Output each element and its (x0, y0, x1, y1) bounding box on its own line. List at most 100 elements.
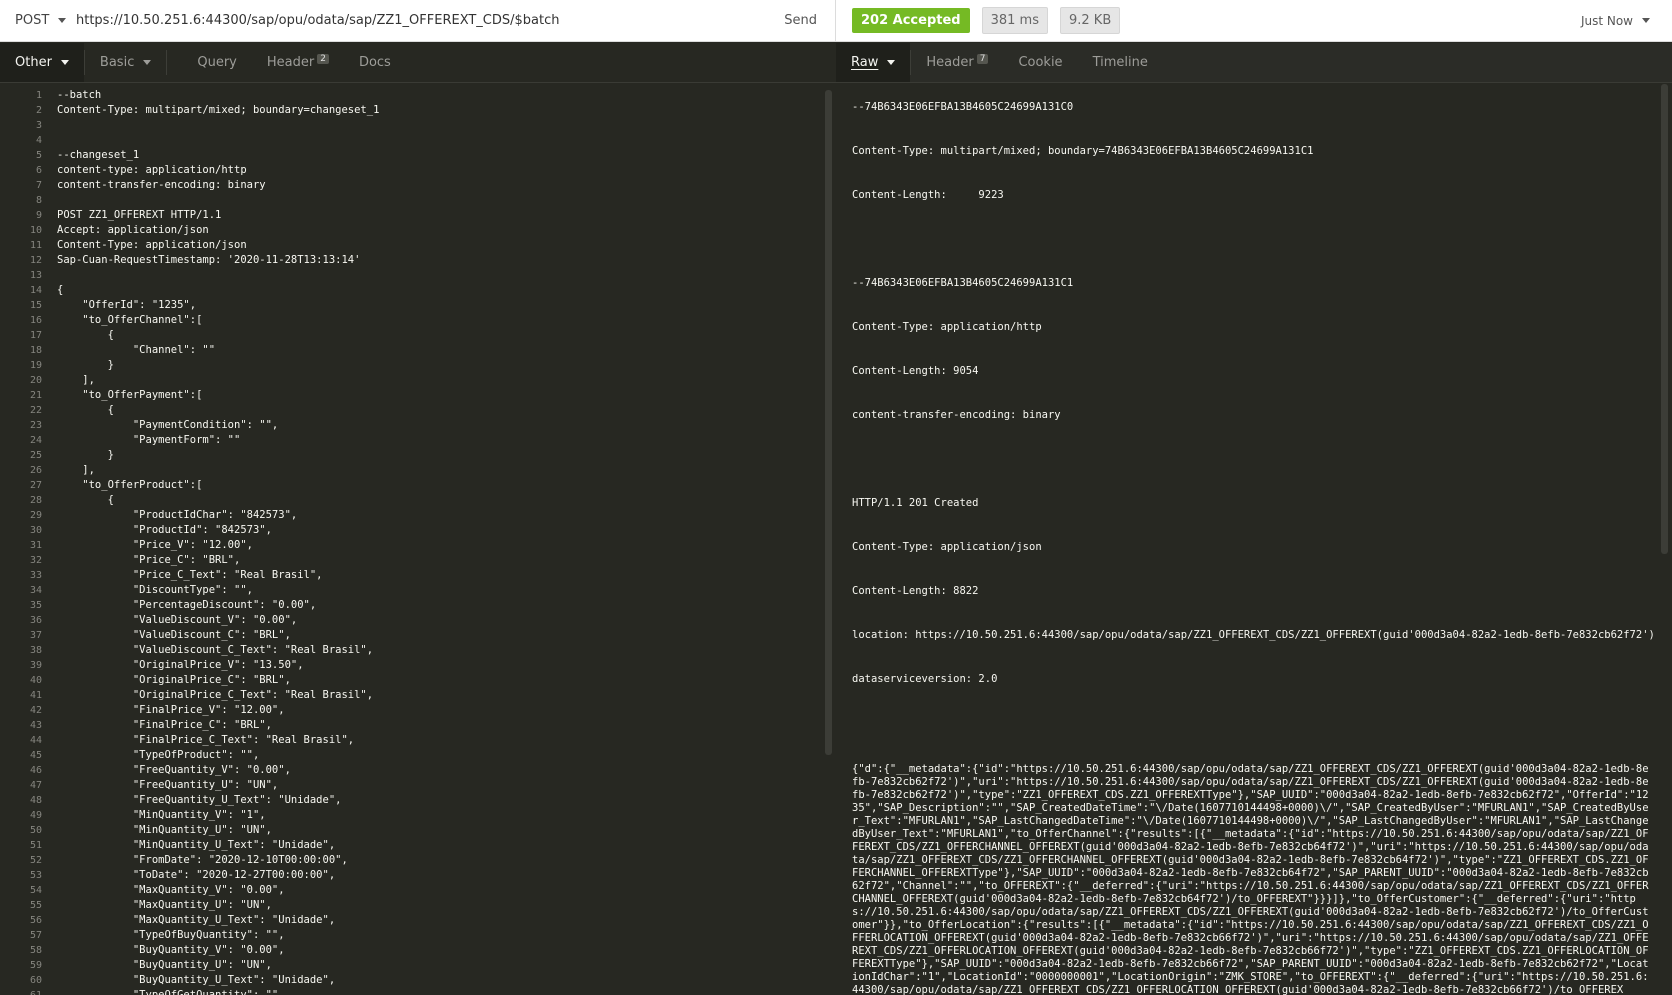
code-line[interactable]: "MinQuantity_V": "1", (57, 808, 816, 823)
code-line[interactable]: "PaymentCondition": "", (57, 418, 816, 433)
tab-timeline[interactable]: Timeline (1078, 43, 1163, 82)
tab-other[interactable]: Other (0, 43, 84, 82)
code-line[interactable]: "DiscountType": "", (57, 583, 816, 598)
line-number: 26 (29, 465, 42, 476)
code-line[interactable]: content-type: application/http (57, 163, 816, 178)
code-line[interactable]: "MaxQuantity_U_Text": "Unidade", (57, 913, 816, 928)
code-line[interactable] (57, 133, 816, 148)
code-line[interactable]: } (57, 358, 816, 373)
tab-label: Raw (851, 55, 879, 70)
url-input[interactable]: https://10.50.251.6:44300/sap/opu/odata/… (76, 13, 772, 28)
code-line[interactable]: "TypeOfBuyQuantity": "", (57, 928, 816, 943)
line-number: 43 (29, 720, 42, 731)
chevron-down-icon (887, 60, 896, 65)
code-line[interactable]: ], (57, 463, 816, 478)
code-line[interactable]: "ToDate": "2020-12-27T00:00:00", (57, 868, 816, 883)
code-line[interactable]: "OriginalPrice_C_Text": "Real Brasil", (57, 688, 816, 703)
code-line[interactable]: "Price_C_Text": "Real Brasil", (57, 568, 816, 583)
code-line[interactable]: "ProductIdChar": "842573", (57, 508, 816, 523)
code-line[interactable]: "OfferId": "1235", (57, 298, 816, 313)
code-line[interactable]: "MaxQuantity_V": "0.00", (57, 883, 816, 898)
method-select[interactable]: POST (0, 13, 76, 28)
code-line[interactable]: "MaxQuantity_U": "UN", (57, 898, 816, 913)
code-line[interactable]: "Price_C": "BRL", (57, 553, 816, 568)
code-line[interactable]: "BuyQuantity_U_Text": "Unidade", (57, 973, 816, 988)
code-line[interactable]: Sap-Cuan-RequestTimestamp: '2020-11-28T1… (57, 253, 816, 268)
code-line[interactable]: "ValueDiscount_C_Text": "Real Brasil", (57, 643, 816, 658)
code-line[interactable]: { (57, 493, 816, 508)
code-line[interactable]: "MinQuantity_U_Text": "Unidade", (57, 838, 816, 853)
response-line (852, 452, 1652, 496)
line-number: 25 (29, 450, 42, 461)
editor-scrollbar[interactable] (825, 90, 832, 755)
tab-cookie[interactable]: Cookie (1003, 43, 1077, 82)
code-line[interactable]: "FreeQuantity_V": "0.00", (57, 763, 816, 778)
code-line[interactable]: "to_OfferPayment":[ (57, 388, 816, 403)
code-line[interactable]: "ValueDiscount_C": "BRL", (57, 628, 816, 643)
code-line[interactable]: content-transfer-encoding: binary (57, 178, 816, 193)
code-line[interactable]: "ValueDiscount_V": "0.00", (57, 613, 816, 628)
code-line[interactable]: "OriginalPrice_V": "13.50", (57, 658, 816, 673)
response-scrollbar[interactable] (1661, 84, 1668, 554)
tab-header[interactable]: Header 2 (252, 43, 344, 82)
code-line[interactable]: "BuyQuantity_V": "0.00", (57, 943, 816, 958)
line-number: 41 (29, 690, 42, 701)
code-line[interactable]: "FreeQuantity_U_Text": "Unidade", (57, 793, 816, 808)
code-line[interactable]: "PercentageDiscount": "0.00", (57, 598, 816, 613)
code-line[interactable]: "OriginalPrice_C": "BRL", (57, 673, 816, 688)
request-body-editor[interactable]: 1 2 3 4 5 6 7 8 9 10 11 12 13 14 15 16 17 18 19 20 21 22 23 24 2… (0, 84, 836, 995)
code-line[interactable]: { (57, 403, 816, 418)
code-line[interactable]: "FinalPrice_V": "12.00", (57, 703, 816, 718)
code-line[interactable]: --changeset_1 (57, 148, 816, 163)
line-number: 54 (29, 885, 42, 896)
code-line[interactable]: "BuyQuantity_U": "UN", (57, 958, 816, 973)
code-line[interactable]: { (57, 328, 816, 343)
code-line[interactable]: "ProductId": "842573", (57, 523, 816, 538)
code-line[interactable]: POST ZZ1_OFFEREXT HTTP/1.1 (57, 208, 816, 223)
code-line[interactable]: { (57, 283, 816, 298)
code-line[interactable]: "FromDate": "2020-12-10T00:00:00", (57, 853, 816, 868)
line-number: 22 (29, 405, 42, 416)
tab-raw[interactable]: Raw (836, 43, 911, 82)
code-line[interactable]: "MinQuantity_U": "UN", (57, 823, 816, 838)
code-line[interactable]: "TypeOfGetQuantity": "", (57, 988, 816, 995)
code-line[interactable]: "PaymentForm": "" (57, 433, 816, 448)
code-line[interactable]: "Channel": "" (57, 343, 816, 358)
tab-label: Docs (358, 55, 391, 70)
code-line[interactable] (57, 193, 816, 208)
line-number: 35 (29, 600, 42, 611)
line-number: 14 (29, 285, 42, 296)
line-number: 55 (29, 900, 42, 911)
code-line[interactable] (57, 118, 816, 133)
tab-basic[interactable]: Basic (85, 43, 166, 82)
code-line[interactable]: "TypeOfProduct": "", (57, 748, 816, 763)
response-line: Content-Length: 9054 (852, 365, 979, 377)
code-line[interactable]: "to_OfferChannel":[ (57, 313, 816, 328)
code-content[interactable]: --batch Content-Type: multipart/mixed; bo… (57, 84, 816, 995)
code-line[interactable]: Content-Type: multipart/mixed; boundary=… (57, 103, 816, 118)
line-number: 32 (29, 555, 42, 566)
code-line[interactable]: Accept: application/json (57, 223, 816, 238)
code-line[interactable]: "to_OfferProduct":[ (57, 478, 816, 493)
code-line[interactable]: "FreeQuantity_U": "UN", (57, 778, 816, 793)
code-line[interactable]: "Price_V": "12.00", (57, 538, 816, 553)
tab-query[interactable]: Query (167, 43, 252, 82)
line-number: 61 (0, 988, 48, 995)
tab-response-header[interactable]: Header 7 (911, 43, 1003, 82)
code-line[interactable]: --batch (57, 88, 816, 103)
code-line[interactable] (57, 268, 816, 283)
code-line[interactable]: ], (57, 373, 816, 388)
code-line[interactable]: } (57, 448, 816, 463)
line-number: 23 (29, 420, 42, 431)
line-number: 58 (29, 945, 42, 956)
code-line[interactable]: "FinalPrice_C": "BRL", (57, 718, 816, 733)
line-number: 37 (29, 630, 42, 641)
tab-label: Header (266, 55, 315, 70)
code-line[interactable]: Content-Type: application/json (57, 238, 816, 253)
line-number: 49 (29, 810, 42, 821)
send-button[interactable]: Send (772, 13, 835, 28)
code-line[interactable]: "FinalPrice_C_Text": "Real Brasil", (57, 733, 816, 748)
tab-docs[interactable]: Docs (344, 43, 406, 82)
history-select[interactable]: Just Now (1581, 14, 1650, 28)
line-number: 42 (29, 705, 42, 716)
